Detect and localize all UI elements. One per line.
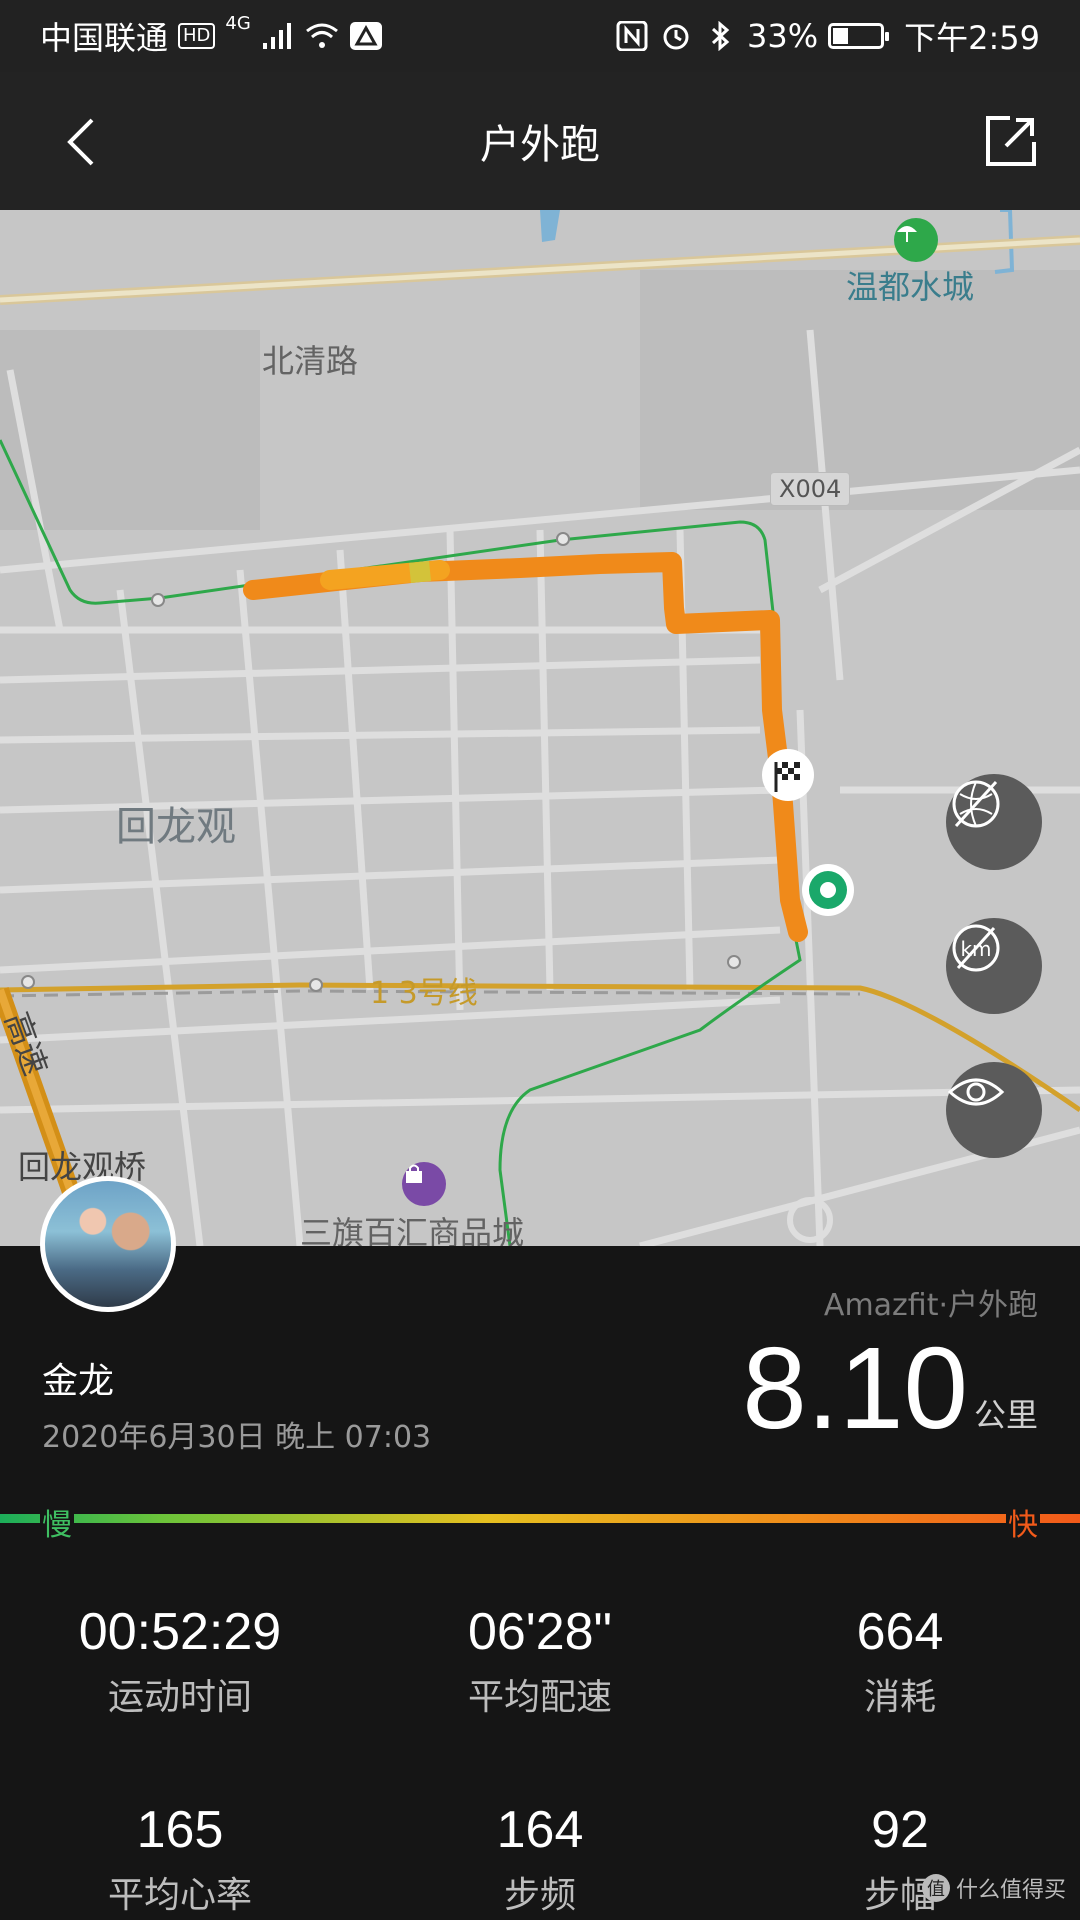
- stat-avg-pace: 06'28" 平均配速: [360, 1602, 720, 1720]
- watermark-logo-icon: 值: [921, 1874, 950, 1902]
- page-title: 户外跑: [480, 122, 600, 168]
- shopping-bag-icon: [402, 1162, 446, 1206]
- map-canvas: [0, 210, 1080, 1246]
- wifi-icon: [305, 23, 338, 48]
- map-label-sanqi-mall: 三旗百汇商品城: [300, 1214, 525, 1246]
- watermark-text: 什么值得买: [955, 1878, 1066, 1903]
- eye-icon: [947, 1078, 1005, 1106]
- stat-duration: 00:52:29 运动时间: [0, 1602, 360, 1720]
- workout-source: Amazfit·户外跑: [823, 1288, 1038, 1323]
- bluetooth-icon: [711, 21, 730, 51]
- water-park-icon: [894, 218, 938, 262]
- user-avatar[interactable]: [40, 1176, 176, 1312]
- distance-value: 8.10: [742, 1323, 968, 1453]
- nfc-icon: [616, 21, 648, 51]
- stat-value: 165: [136, 1801, 224, 1859]
- globe-off-icon: [952, 780, 1000, 828]
- network-label: 4G: [225, 13, 251, 34]
- nav-bar: 户外跑: [0, 72, 1080, 210]
- stat-label: 平均心率: [107, 1875, 252, 1916]
- battery-icon: [828, 23, 890, 49]
- user-name: 金龙: [42, 1361, 115, 1402]
- satellite-toggle-button[interactable]: [946, 774, 1042, 870]
- workout-datetime: 2020年6月30日 晚上 07:03: [42, 1420, 432, 1455]
- back-arrow-icon[interactable]: [56, 112, 112, 172]
- stat-label: 平均配速: [467, 1677, 612, 1718]
- carrier-label: 中国联通: [40, 19, 169, 57]
- visibility-toggle-button[interactable]: [946, 1062, 1042, 1158]
- map-label-beiqing-road: 北清路: [262, 342, 359, 380]
- clock: 下午2:59: [904, 19, 1040, 57]
- stat-label: 消耗: [863, 1677, 936, 1718]
- signal-icon: [262, 23, 291, 49]
- battery-percent: 33%: [747, 17, 819, 55]
- stat-value: 06'28": [467, 1603, 613, 1661]
- stat-avg-heart-rate: 165 平均心率: [0, 1800, 360, 1918]
- km-marker-toggle-button[interactable]: km: [946, 918, 1042, 1014]
- map-label-huilongguan: 回龙观: [116, 804, 236, 850]
- alarm-icon: [663, 24, 689, 50]
- status-right: 33% 下午2:59: [615, 13, 1040, 59]
- hd-badge: HD: [178, 23, 216, 49]
- speed-fast-label: 快: [1006, 1500, 1040, 1544]
- speed-slow-label: 慢: [40, 1500, 74, 1544]
- stat-label: 步频: [503, 1875, 576, 1916]
- distance-unit: 公里: [973, 1396, 1038, 1434]
- status-left: 中国联通 HD 4G: [40, 13, 383, 59]
- stat-cadence: 164 步频: [360, 1800, 720, 1918]
- stat-label: 运动时间: [107, 1677, 252, 1718]
- speed-gradient-bar: [0, 1514, 1080, 1523]
- km-off-icon: km: [952, 924, 1000, 972]
- stat-value: 164: [496, 1801, 584, 1859]
- map-label-line-13: 1 3号线: [370, 976, 478, 1011]
- road-tag-x004: X004: [770, 472, 851, 506]
- stat-value: 664: [856, 1603, 944, 1661]
- distance-display: 8.10 公里: [742, 1330, 1038, 1446]
- watermark: 值 什么值得买: [921, 1872, 1066, 1904]
- stat-calories: 664 消耗: [720, 1602, 1080, 1720]
- app-notification-icon: [349, 22, 382, 50]
- map-label-wendu-water-city: 温都水城: [846, 268, 975, 306]
- stat-value: 00:52:29: [78, 1603, 282, 1661]
- status-bar: 中国联通 HD 4G 33% 下午2:59: [0, 0, 1080, 72]
- route-map[interactable]: 北清路 回龙观 温都水城 X004 1 3号线 回龙观桥 高速 三旗百汇商品城 …: [0, 210, 1080, 1246]
- stat-value: 92: [871, 1801, 929, 1859]
- share-icon[interactable]: [980, 112, 1040, 172]
